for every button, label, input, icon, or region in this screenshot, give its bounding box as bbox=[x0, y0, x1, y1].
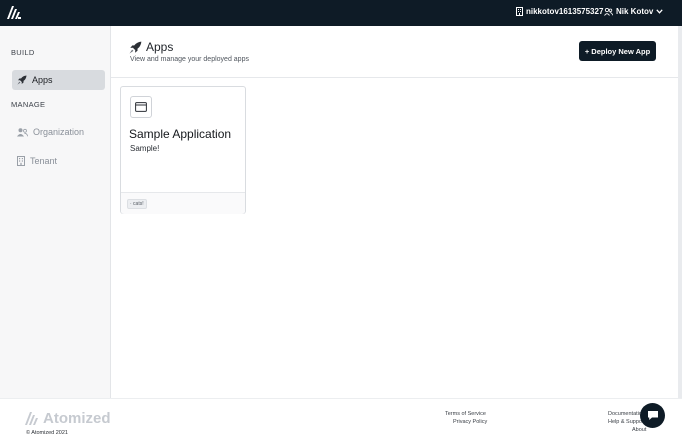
users-icon bbox=[604, 7, 613, 16]
sidebar-item-organization[interactable]: Organization bbox=[12, 122, 105, 142]
users-icon bbox=[17, 127, 28, 136]
about-link[interactable]: About bbox=[632, 427, 646, 433]
rocket-icon bbox=[129, 41, 142, 53]
top-navigation-bar: nikkotov1613575327 Nik Kotov bbox=[0, 0, 682, 26]
app-description: Sample! bbox=[130, 144, 160, 153]
privacy-policy-link[interactable]: Privacy Policy bbox=[453, 419, 487, 425]
page-title: Apps bbox=[129, 40, 173, 54]
app-name[interactable]: Sample Application bbox=[129, 127, 231, 141]
build-section-label: BUILD bbox=[11, 48, 35, 57]
chat-icon bbox=[647, 411, 658, 420]
building-icon bbox=[17, 156, 25, 166]
user-name: Nik Kotov bbox=[616, 7, 654, 16]
copyright-text: © Atomized 2021 bbox=[26, 430, 68, 436]
brand-name: Atomized bbox=[43, 410, 111, 427]
sidebar-item-apps[interactable]: Apps bbox=[12, 70, 105, 90]
building-icon bbox=[516, 7, 523, 16]
page-subtitle: View and manage your deployed apps bbox=[130, 56, 249, 63]
sidebar: BUILD Apps MANAGE Organization Tenant bbox=[0, 26, 111, 398]
chat-widget-button[interactable] bbox=[640, 403, 665, 428]
app-window-icon-box bbox=[130, 96, 152, 118]
rocket-icon bbox=[17, 75, 27, 85]
user-menu[interactable]: Nik Kotov bbox=[604, 7, 664, 16]
sidebar-item-label: Apps bbox=[32, 75, 53, 85]
chevron-down-icon bbox=[656, 9, 664, 14]
footer-brand: Atomized bbox=[25, 410, 111, 427]
sidebar-item-label: Organization bbox=[33, 127, 85, 137]
app-card[interactable]: Sample Application Sample! · cats! bbox=[120, 86, 246, 214]
page-header: Apps View and manage your deployed apps … bbox=[111, 26, 682, 78]
sidebar-item-tenant[interactable]: Tenant bbox=[12, 151, 105, 171]
atomized-logo-icon[interactable] bbox=[7, 6, 21, 19]
page-footer: Atomized © Atomized 2021 Terms of Servic… bbox=[0, 398, 682, 439]
tenant-name: nikkotov1613575327 bbox=[526, 7, 604, 16]
app-tag: · cats! bbox=[127, 199, 147, 209]
atomized-logo-icon bbox=[25, 412, 38, 425]
page-title-text: Apps bbox=[146, 40, 174, 54]
window-icon bbox=[135, 102, 147, 112]
sidebar-item-label: Tenant bbox=[30, 156, 58, 166]
tenant-selector[interactable]: nikkotov1613575327 bbox=[516, 7, 603, 16]
manage-section-label: MANAGE bbox=[11, 100, 46, 109]
app-card-footer: · cats! bbox=[121, 192, 245, 214]
deploy-new-app-button[interactable]: + Deploy New App bbox=[579, 41, 656, 61]
terms-of-service-link[interactable]: Terms of Service bbox=[445, 411, 486, 417]
help-support-link[interactable]: Help & Support bbox=[608, 419, 645, 425]
scrollbar-track[interactable] bbox=[678, 26, 682, 438]
